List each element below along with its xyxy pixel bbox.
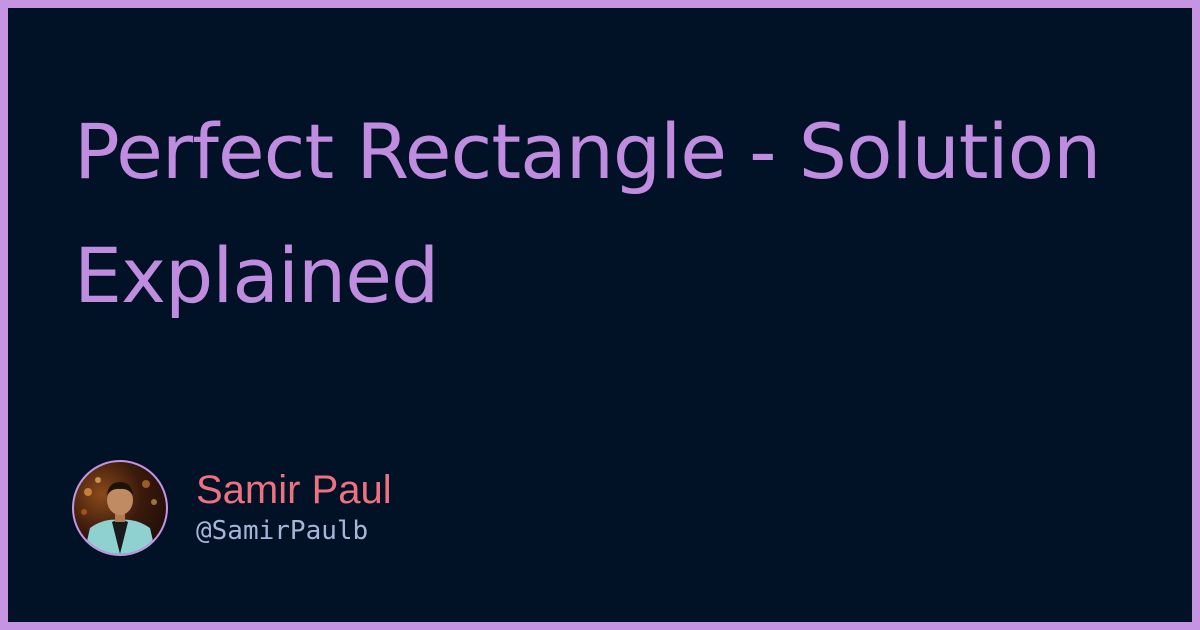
author-name: Samir Paul	[196, 468, 392, 512]
avatar	[72, 460, 168, 556]
author-handle: @SamirPaulb	[196, 516, 369, 546]
author-info: Samir Paul @SamirPaulb	[196, 468, 392, 548]
author-block: Samir Paul @SamirPaulb	[72, 458, 392, 558]
post-title: Perfect Rectangle - Solution Explained	[74, 107, 1101, 320]
avatar-photo	[81, 477, 157, 554]
social-card: Perfect Rectangle - Solution Explained S…	[8, 8, 1192, 622]
